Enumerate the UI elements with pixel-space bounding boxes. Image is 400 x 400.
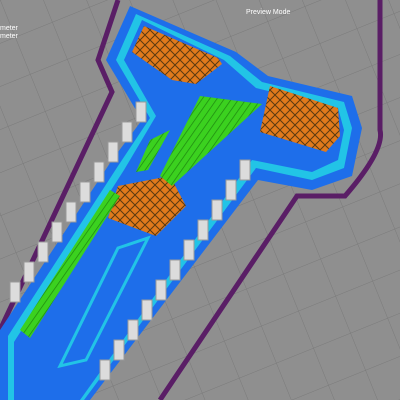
legend-line: meter [0,33,18,40]
3d-preview-viewport[interactable] [0,0,400,400]
preview-mode-label: Preview Mode [246,9,291,16]
